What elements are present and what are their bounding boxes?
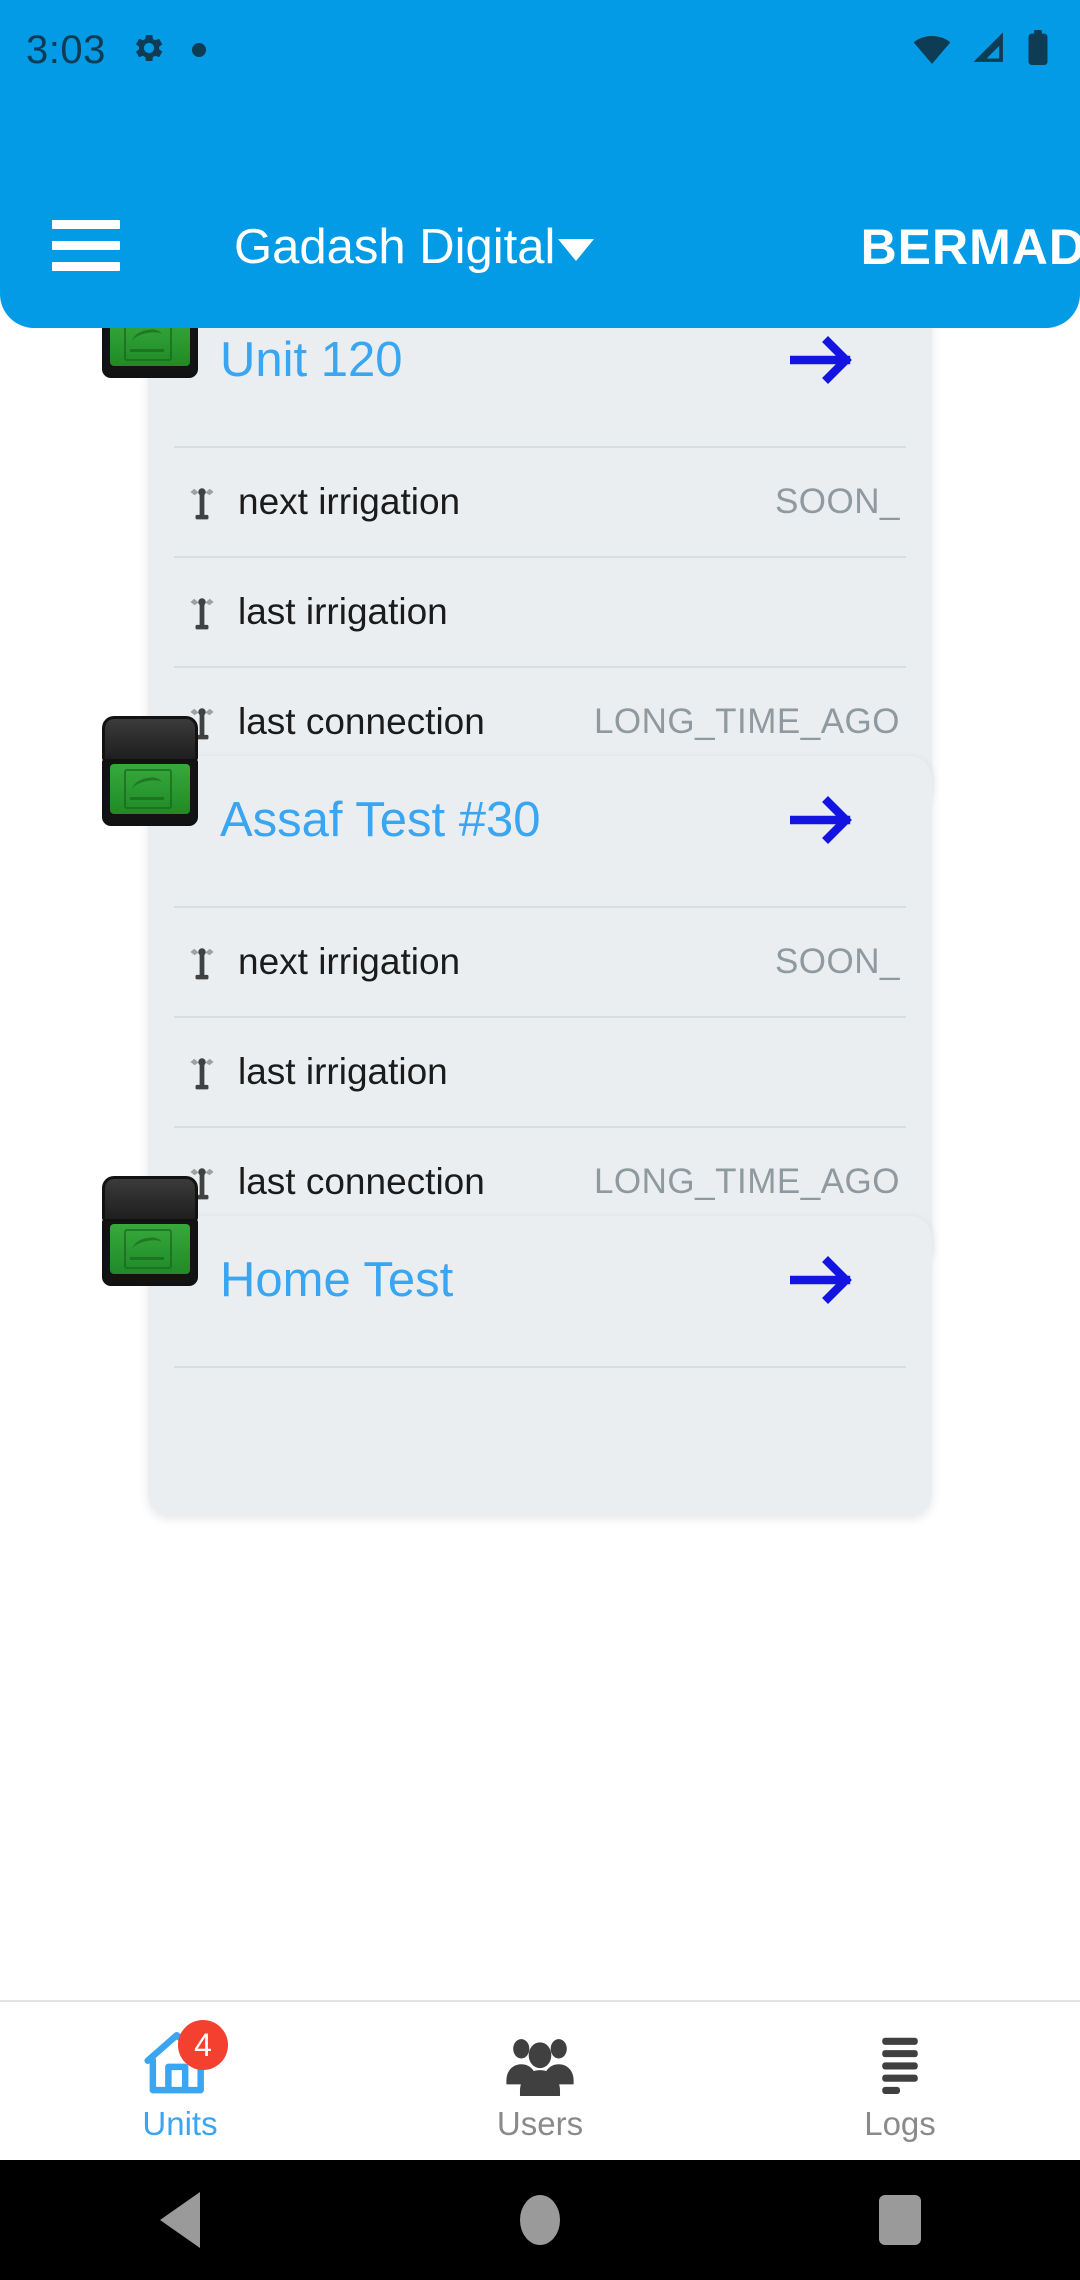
antenna-tower-icon bbox=[180, 1050, 224, 1094]
unit-status-row: last irrigation bbox=[174, 1016, 906, 1126]
app-bar-region: 3:03 Gadash Digital BERMAD bbox=[0, 0, 1080, 328]
unit-card-header: Home Test bbox=[148, 1216, 932, 1366]
app-screen: 3:03 Gadash Digital BERMAD Unit 120 next… bbox=[0, 0, 1080, 2280]
device-icon-faceplate bbox=[110, 1224, 190, 1274]
menu-bar-1 bbox=[52, 220, 120, 229]
app-bar-title: Gadash Digital bbox=[234, 220, 556, 274]
unit-status-row: next irrigation SOON_ bbox=[174, 446, 906, 556]
device-icon bbox=[102, 328, 198, 378]
unit-status-row-label: last connection bbox=[238, 1161, 485, 1202]
logs-icon-wrap bbox=[858, 2024, 942, 2102]
nav-label-users: Users bbox=[496, 2105, 584, 2142]
android-back-button[interactable] bbox=[0, 2192, 360, 2248]
unit-card-rows: next irrigation SOON_last irrigation last … bbox=[148, 446, 932, 776]
unit-status-row: last irrigation bbox=[174, 556, 906, 666]
nav-item-units[interactable]: 4 Units bbox=[0, 2002, 360, 2160]
unit-status-row-label: last connection bbox=[238, 701, 485, 742]
device-icon-body bbox=[102, 759, 198, 826]
cellular-signal-icon bbox=[970, 31, 1008, 70]
device-icon bbox=[102, 716, 198, 826]
dot-indicator-icon bbox=[191, 43, 206, 57]
arrow-right-icon[interactable] bbox=[790, 334, 854, 386]
status-bar: 3:03 bbox=[0, 0, 1080, 95]
gear-icon bbox=[132, 31, 166, 70]
brand-logo: BERMAD bbox=[860, 219, 1080, 275]
unit-card[interactable]: Home Test bbox=[148, 1216, 932, 1516]
units-badge: 4 bbox=[178, 2020, 228, 2070]
unit-status-row-label: last irrigation bbox=[238, 1051, 448, 1092]
arrow-right-icon[interactable] bbox=[790, 794, 854, 846]
users-icon-wrap bbox=[498, 2024, 582, 2102]
arrow-right-icon[interactable] bbox=[790, 1254, 854, 1306]
unit-status-row bbox=[174, 1366, 906, 1486]
device-icon-body bbox=[102, 328, 198, 378]
unit-status-row-label: next irrigation bbox=[238, 481, 461, 522]
unit-card[interactable]: Unit 120 next irrigation SOON_last irrigat… bbox=[148, 328, 932, 806]
status-bar-right bbox=[912, 30, 1050, 71]
android-recents-button[interactable] bbox=[720, 2195, 1080, 2245]
device-icon-top bbox=[102, 1176, 198, 1221]
home-circle-icon bbox=[520, 2195, 560, 2245]
unit-card[interactable]: Assaf Test #30 next irrigation SOON_last i… bbox=[148, 756, 932, 1266]
unit-card-title: Unit 120 bbox=[220, 333, 403, 387]
unit-card-rows: next irrigation SOON_last irrigation last … bbox=[148, 906, 932, 1236]
card-bottom-padding bbox=[148, 1486, 932, 1516]
status-bar-left: 3:03 bbox=[26, 28, 206, 72]
bermad-emblem-icon bbox=[124, 769, 172, 809]
bermad-emblem-icon bbox=[124, 1229, 172, 1269]
antenna-tower-icon bbox=[180, 940, 224, 984]
units-list[interactable]: Unit 120 next irrigation SOON_ last irrigat… bbox=[0, 328, 1080, 2000]
back-triangle-icon bbox=[160, 2192, 200, 2248]
nav-label-logs: Logs bbox=[864, 2105, 936, 2142]
device-icon-faceplate bbox=[110, 764, 190, 814]
android-home-button[interactable] bbox=[360, 2195, 720, 2245]
people-group-icon bbox=[506, 2039, 574, 2096]
nav-label-units: Units bbox=[142, 2105, 218, 2142]
unit-card-header: Assaf Test #30 bbox=[148, 756, 932, 906]
unit-card-title: Assaf Test #30 bbox=[220, 793, 541, 847]
menu-bar-3 bbox=[52, 262, 120, 271]
bottom-navigation: 4 Units Users Logs bbox=[0, 2000, 1080, 2160]
unit-card-rows bbox=[148, 1366, 932, 1486]
unit-status-row-label: next irrigation bbox=[238, 941, 461, 982]
site-selector[interactable]: Gadash Digital bbox=[234, 214, 595, 280]
unit-status-row-value: SOON_ bbox=[774, 942, 900, 981]
units-icon-wrap: 4 bbox=[138, 2020, 228, 2102]
unit-status-row-value: LONG_TIME_AGO bbox=[593, 1162, 900, 1201]
recents-square-icon bbox=[879, 2195, 921, 2245]
unit-status-row-value: SOON_ bbox=[774, 482, 900, 521]
status-bar-clock: 3:03 bbox=[26, 28, 106, 72]
device-icon-faceplate bbox=[110, 328, 190, 366]
unit-status-row-label: last irrigation bbox=[238, 591, 448, 632]
nav-item-users[interactable]: Users bbox=[360, 2002, 720, 2160]
unit-status-row: next irrigation SOON_ bbox=[174, 906, 906, 1016]
wifi-icon bbox=[912, 31, 952, 70]
unit-card-title: Home Test bbox=[220, 1253, 454, 1307]
device-icon-top bbox=[102, 716, 198, 761]
nav-item-logs[interactable]: Logs bbox=[720, 2002, 1080, 2160]
bermad-emblem-icon bbox=[124, 328, 172, 361]
antenna-tower-icon bbox=[180, 480, 224, 524]
chevron-down-icon bbox=[558, 239, 595, 261]
antenna-tower-icon bbox=[180, 590, 224, 634]
hamburger-menu-icon[interactable] bbox=[52, 220, 120, 272]
app-bar: Gadash Digital BERMAD bbox=[0, 192, 1080, 304]
battery-icon bbox=[1026, 30, 1050, 71]
list-lines-icon bbox=[882, 2037, 918, 2095]
unit-card-header: Unit 120 bbox=[148, 328, 932, 446]
menu-bar-2 bbox=[52, 241, 120, 250]
device-icon-body bbox=[102, 1219, 198, 1286]
device-icon bbox=[102, 1176, 198, 1286]
unit-status-row-value: LONG_TIME_AGO bbox=[593, 702, 900, 741]
android-system-nav bbox=[0, 2160, 1080, 2280]
